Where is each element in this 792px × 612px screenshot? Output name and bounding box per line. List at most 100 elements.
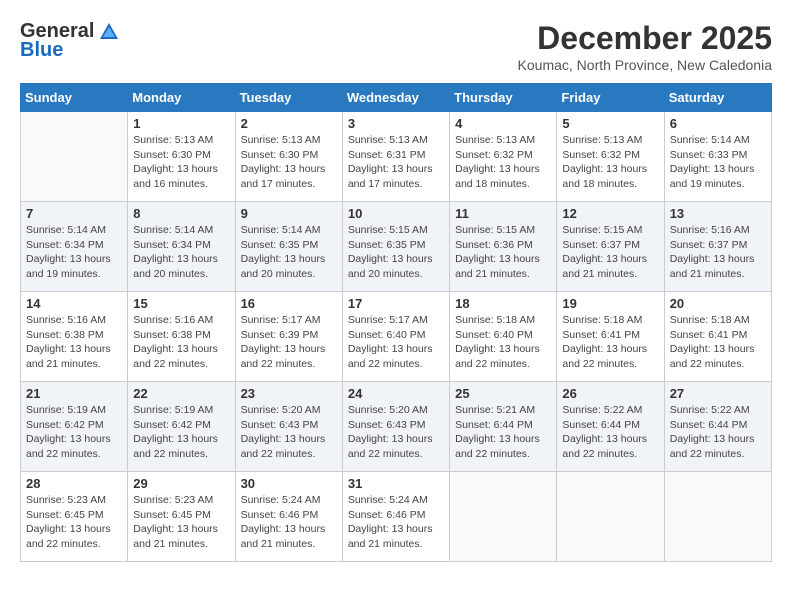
- calendar-cell: 6Sunrise: 5:14 AMSunset: 6:33 PMDaylight…: [664, 112, 771, 202]
- day-info: Sunrise: 5:14 AMSunset: 6:34 PMDaylight:…: [133, 223, 229, 282]
- calendar-cell: 1Sunrise: 5:13 AMSunset: 6:30 PMDaylight…: [128, 112, 235, 202]
- title-area: December 2025 Koumac, North Province, Ne…: [518, 20, 772, 73]
- calendar-cell: 21 Sunrise: 5:19 AMSunset: 6:42 PMDayligh…: [21, 382, 128, 472]
- header-day-tuesday: Tuesday: [235, 84, 342, 112]
- header-day-monday: Monday: [128, 84, 235, 112]
- day-number: 14: [26, 296, 122, 311]
- header-day-sunday: Sunday: [21, 84, 128, 112]
- calendar-cell: [664, 472, 771, 562]
- day-number: 23: [241, 386, 337, 401]
- day-number: 26: [562, 386, 658, 401]
- calendar-cell: 9 Sunrise: 5:14 AMSunset: 6:35 PMDaylight…: [235, 202, 342, 292]
- calendar-cell: 15 Sunrise: 5:16 AMSunset: 6:38 PMDayligh…: [128, 292, 235, 382]
- day-number: 4: [455, 116, 551, 131]
- day-info: Sunrise: 5:16 AMSunset: 6:37 PMDaylight:…: [670, 223, 766, 282]
- day-info: Sunrise: 5:24 AMSunset: 6:46 PMDaylight:…: [241, 493, 337, 552]
- day-info: Sunrise: 5:20 AMSunset: 6:43 PMDaylight:…: [241, 403, 337, 462]
- day-info: Sunrise: 5:19 AMSunset: 6:42 PMDaylight:…: [133, 403, 229, 462]
- calendar-cell: 28Sunrise: 5:23 AMSunset: 6:45 PMDayligh…: [21, 472, 128, 562]
- day-number: 20: [670, 296, 766, 311]
- calendar-cell: 11 Sunrise: 5:15 AMSunset: 6:36 PMDayligh…: [450, 202, 557, 292]
- day-info: Sunrise: 5:18 AMSunset: 6:41 PMDaylight:…: [670, 313, 766, 372]
- calendar-cell: 12Sunrise: 5:15 AMSunset: 6:37 PMDayligh…: [557, 202, 664, 292]
- day-info: Sunrise: 5:19 AMSunset: 6:42 PMDaylight:…: [26, 403, 122, 462]
- calendar-cell: 10Sunrise: 5:15 AMSunset: 6:35 PMDayligh…: [342, 202, 449, 292]
- day-number: 13: [670, 206, 766, 221]
- day-number: 3: [348, 116, 444, 131]
- day-number: 15: [133, 296, 229, 311]
- calendar-cell: 8 Sunrise: 5:14 AMSunset: 6:34 PMDaylight…: [128, 202, 235, 292]
- calendar-cell: [450, 472, 557, 562]
- logo-icon: [98, 21, 120, 43]
- day-number: 31: [348, 476, 444, 491]
- day-info: Sunrise: 5:13 AMSunset: 6:32 PMDaylight:…: [562, 133, 658, 192]
- calendar-cell: 17 Sunrise: 5:17 AMSunset: 6:40 PMDayligh…: [342, 292, 449, 382]
- day-number: 2: [241, 116, 337, 131]
- header-day-thursday: Thursday: [450, 84, 557, 112]
- day-number: 10: [348, 206, 444, 221]
- day-number: 8: [133, 206, 229, 221]
- day-number: 30: [241, 476, 337, 491]
- day-info: Sunrise: 5:13 AMSunset: 6:30 PMDaylight:…: [133, 133, 229, 192]
- calendar-cell: 13 Sunrise: 5:16 AMSunset: 6:37 PMDayligh…: [664, 202, 771, 292]
- day-number: 11: [455, 206, 551, 221]
- day-number: 21: [26, 386, 122, 401]
- day-number: 7: [26, 206, 122, 221]
- calendar-cell: 22 Sunrise: 5:19 AMSunset: 6:42 PMDayligh…: [128, 382, 235, 472]
- calendar-week-5: 28Sunrise: 5:23 AMSunset: 6:45 PMDayligh…: [21, 472, 772, 562]
- day-info: Sunrise: 5:13 AMSunset: 6:30 PMDaylight:…: [241, 133, 337, 192]
- day-info: Sunrise: 5:13 AMSunset: 6:32 PMDaylight:…: [455, 133, 551, 192]
- calendar-cell: 2 Sunrise: 5:13 AMSunset: 6:30 PMDaylight…: [235, 112, 342, 202]
- calendar-cell: 29 Sunrise: 5:23 AMSunset: 6:45 PMDayligh…: [128, 472, 235, 562]
- calendar-cell: 23 Sunrise: 5:20 AMSunset: 6:43 PMDayligh…: [235, 382, 342, 472]
- calendar-cell: 25Sunrise: 5:21 AMSunset: 6:44 PMDayligh…: [450, 382, 557, 472]
- day-info: Sunrise: 5:14 AMSunset: 6:34 PMDaylight:…: [26, 223, 122, 282]
- day-info: Sunrise: 5:23 AMSunset: 6:45 PMDaylight:…: [133, 493, 229, 552]
- day-number: 27: [670, 386, 766, 401]
- day-number: 29: [133, 476, 229, 491]
- day-info: Sunrise: 5:22 AMSunset: 6:44 PMDaylight:…: [562, 403, 658, 462]
- calendar-cell: 4 Sunrise: 5:13 AMSunset: 6:32 PMDaylight…: [450, 112, 557, 202]
- day-info: Sunrise: 5:14 AMSunset: 6:35 PMDaylight:…: [241, 223, 337, 282]
- day-info: Sunrise: 5:15 AMSunset: 6:36 PMDaylight:…: [455, 223, 551, 282]
- calendar-week-3: 14 Sunrise: 5:16 AMSunset: 6:38 PMDayligh…: [21, 292, 772, 382]
- calendar-week-4: 21 Sunrise: 5:19 AMSunset: 6:42 PMDayligh…: [21, 382, 772, 472]
- calendar-cell: 16Sunrise: 5:17 AMSunset: 6:39 PMDayligh…: [235, 292, 342, 382]
- calendar-cell: 19 Sunrise: 5:18 AMSunset: 6:41 PMDayligh…: [557, 292, 664, 382]
- header: General Blue December 2025 Koumac, North…: [20, 20, 772, 73]
- day-number: 22: [133, 386, 229, 401]
- day-info: Sunrise: 5:17 AMSunset: 6:40 PMDaylight:…: [348, 313, 444, 372]
- day-number: 5: [562, 116, 658, 131]
- calendar-cell: [21, 112, 128, 202]
- calendar-table: SundayMondayTuesdayWednesdayThursdayFrid…: [20, 83, 772, 562]
- day-info: Sunrise: 5:15 AMSunset: 6:37 PMDaylight:…: [562, 223, 658, 282]
- day-info: Sunrise: 5:18 AMSunset: 6:40 PMDaylight:…: [455, 313, 551, 372]
- day-info: Sunrise: 5:14 AMSunset: 6:33 PMDaylight:…: [670, 133, 766, 192]
- header-day-friday: Friday: [557, 84, 664, 112]
- day-number: 9: [241, 206, 337, 221]
- calendar-cell: [557, 472, 664, 562]
- day-info: Sunrise: 5:18 AMSunset: 6:41 PMDaylight:…: [562, 313, 658, 372]
- day-number: 18: [455, 296, 551, 311]
- header-day-wednesday: Wednesday: [342, 84, 449, 112]
- calendar-cell: 31Sunrise: 5:24 AMSunset: 6:46 PMDayligh…: [342, 472, 449, 562]
- calendar-cell: 7 Sunrise: 5:14 AMSunset: 6:34 PMDaylight…: [21, 202, 128, 292]
- logo-blue: Blue: [20, 39, 63, 62]
- day-number: 17: [348, 296, 444, 311]
- calendar-cell: 3Sunrise: 5:13 AMSunset: 6:31 PMDaylight…: [342, 112, 449, 202]
- day-info: Sunrise: 5:22 AMSunset: 6:44 PMDaylight:…: [670, 403, 766, 462]
- calendar-week-1: 1Sunrise: 5:13 AMSunset: 6:30 PMDaylight…: [21, 112, 772, 202]
- logo: General Blue: [20, 20, 120, 62]
- calendar-cell: 18 Sunrise: 5:18 AMSunset: 6:40 PMDayligh…: [450, 292, 557, 382]
- day-info: Sunrise: 5:16 AMSunset: 6:38 PMDaylight:…: [26, 313, 122, 372]
- day-info: Sunrise: 5:16 AMSunset: 6:38 PMDaylight:…: [133, 313, 229, 372]
- calendar-cell: 30 Sunrise: 5:24 AMSunset: 6:46 PMDayligh…: [235, 472, 342, 562]
- calendar-cell: 24Sunrise: 5:20 AMSunset: 6:43 PMDayligh…: [342, 382, 449, 472]
- day-number: 19: [562, 296, 658, 311]
- day-info: Sunrise: 5:17 AMSunset: 6:39 PMDaylight:…: [241, 313, 337, 372]
- calendar-header-row: SundayMondayTuesdayWednesdayThursdayFrid…: [21, 84, 772, 112]
- calendar-cell: 27 Sunrise: 5:22 AMSunset: 6:44 PMDayligh…: [664, 382, 771, 472]
- day-info: Sunrise: 5:23 AMSunset: 6:45 PMDaylight:…: [26, 493, 122, 552]
- header-day-saturday: Saturday: [664, 84, 771, 112]
- calendar-cell: 5 Sunrise: 5:13 AMSunset: 6:32 PMDaylight…: [557, 112, 664, 202]
